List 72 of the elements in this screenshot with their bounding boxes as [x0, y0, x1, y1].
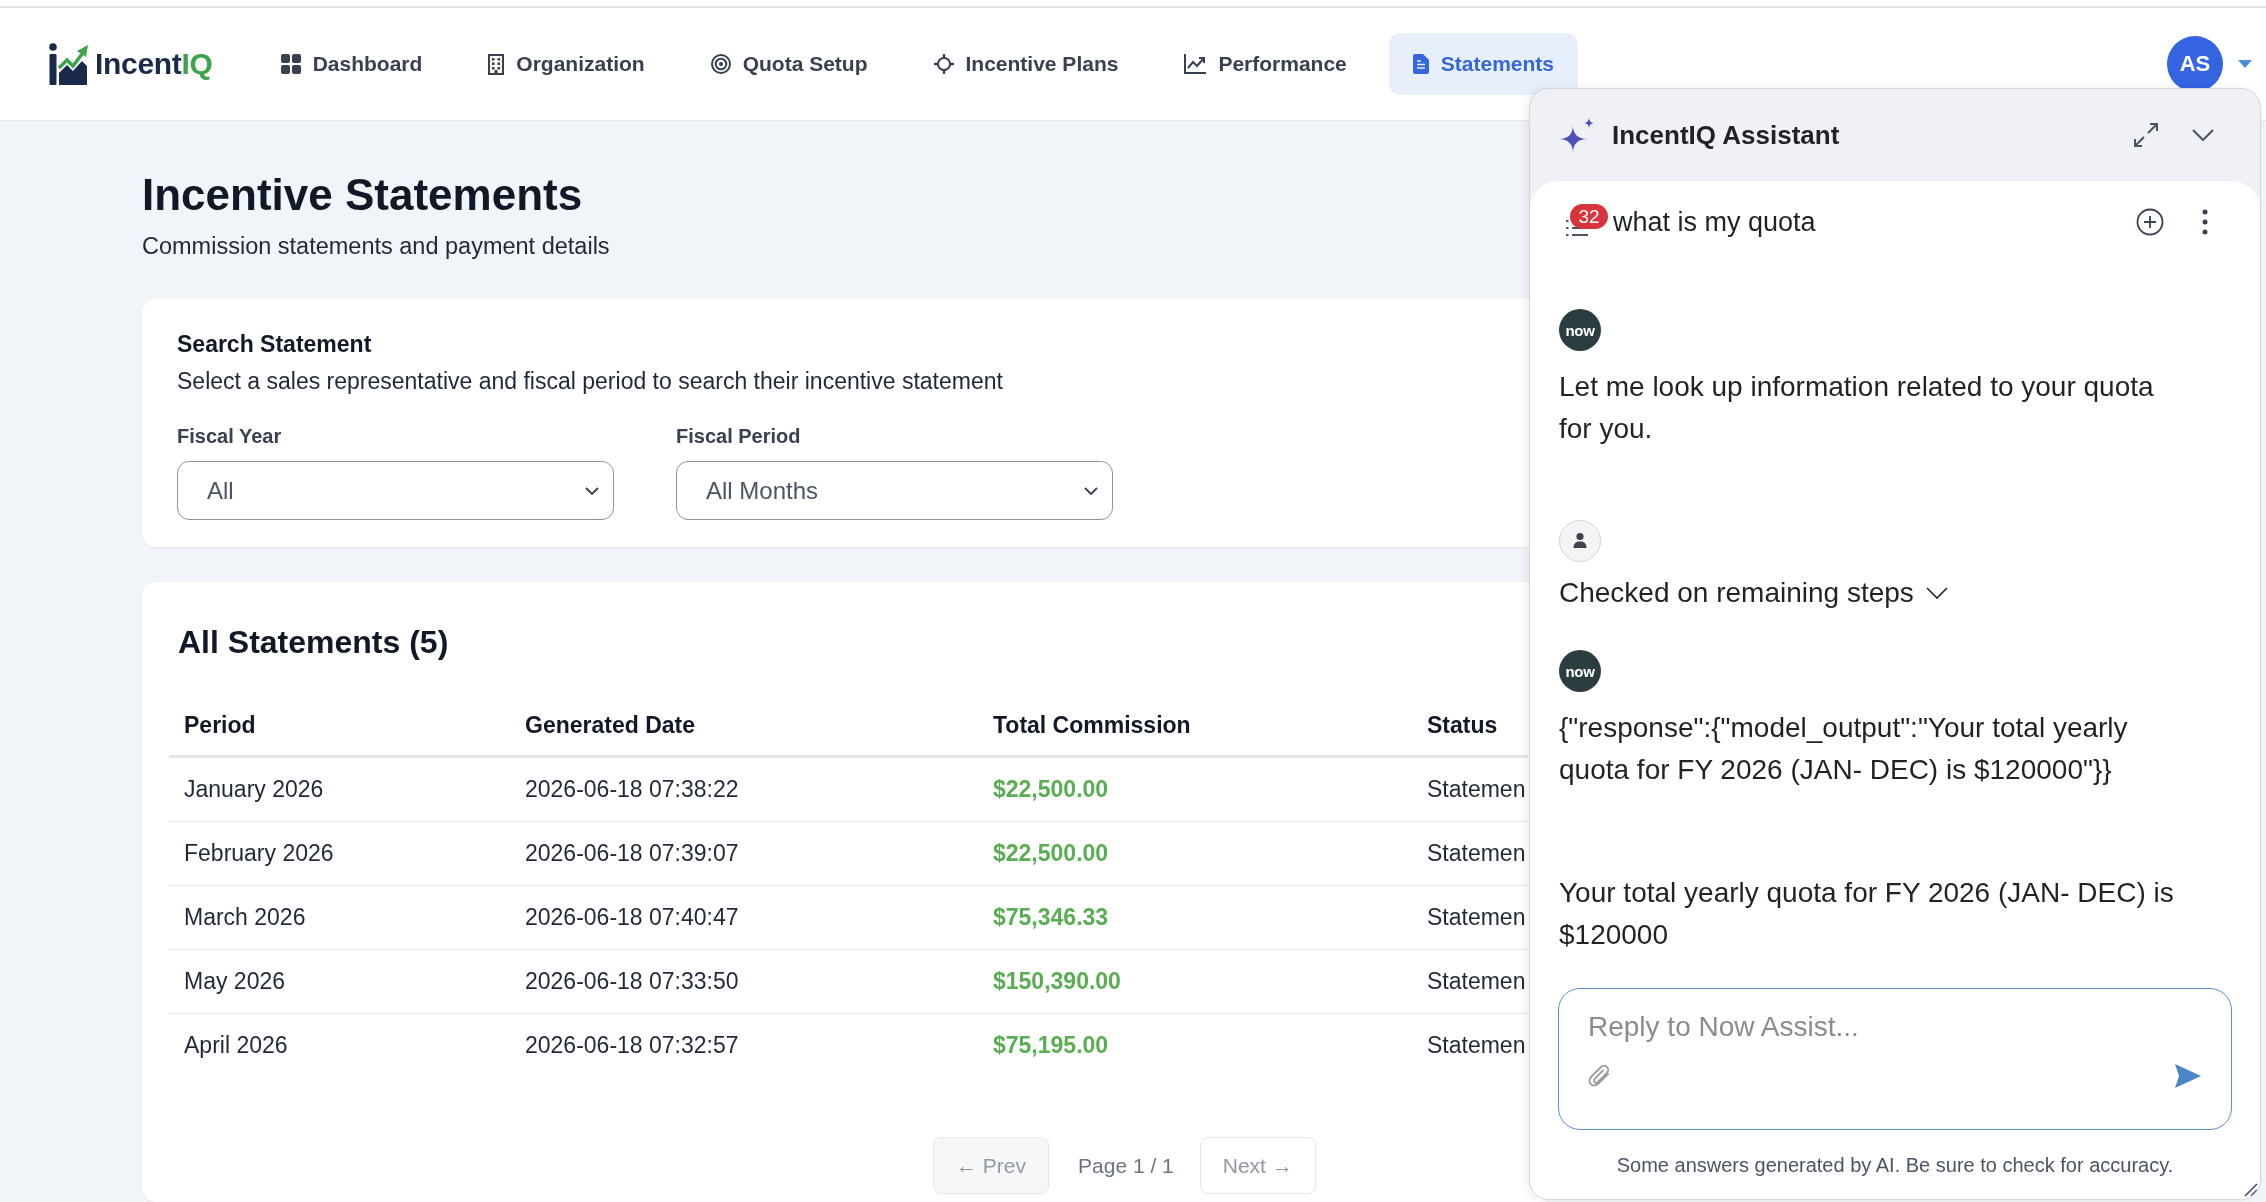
expand-icon[interactable] [2133, 122, 2159, 148]
reply-field[interactable]: Reply to Now Assist... [1558, 988, 2232, 1130]
message-text: Let me look up information related to your quota for you. [1559, 370, 2155, 446]
sparkle-icon [1559, 117, 1595, 153]
table-cell: Statemen [1412, 756, 1528, 822]
table-cell: $75,195.00 [978, 1013, 1412, 1077]
table-cell: Statemen [1412, 1013, 1528, 1077]
table-cell: April 2026 [169, 1013, 510, 1077]
message-text: Your total yearly quota for FY 2026 (JAN- DEC) is $120000 [1559, 876, 2175, 952]
table-cell: May 2026 [169, 949, 510, 1014]
table-cell: $150,390.00 [978, 949, 1412, 1014]
steps-toggle[interactable]: Checked on remaining steps [1559, 572, 1948, 614]
building-icon [488, 53, 505, 75]
nav-tab[interactable]: Performance [1160, 33, 1371, 95]
table-title: All Statements (5) [178, 623, 450, 662]
plus-circle-icon[interactable] [2136, 208, 2164, 236]
page-title: Incentive Statements [142, 169, 584, 221]
nav-tab[interactable]: Statements [1388, 33, 1578, 95]
table-cell: 2026-06-18 07:39:07 [510, 821, 978, 886]
paperclip-icon[interactable] [1588, 1063, 1612, 1089]
reply-input[interactable]: Reply to Now Assist... [1588, 1007, 2201, 1047]
table-cell: $75,346.33 [978, 885, 1412, 950]
table-cell: Statemen [1412, 821, 1528, 886]
field-label: Fiscal Year [177, 424, 283, 449]
table-cell: Statemen [1412, 885, 1528, 950]
caret-down-icon[interactable] [2238, 60, 2252, 68]
table-cell: 2026-06-18 07:33:50 [510, 949, 978, 1014]
chevron-down-icon [585, 486, 599, 495]
conversation-title: what is my quota [1613, 206, 1816, 238]
nav-tab[interactable]: Incentive Plans [909, 33, 1143, 95]
chevron-down-icon [1084, 486, 1098, 495]
disclaimer-text: Some answers generated by AI. Be sure to check for accuracy. [1615, 1153, 2175, 1178]
crosshair-icon [933, 54, 954, 74]
nav-tab[interactable]: Organization [464, 33, 669, 95]
send-icon[interactable] [2175, 1064, 2201, 1088]
table-cell: 2026-06-18 07:40:47 [510, 885, 978, 950]
kebab-menu-icon[interactable] [2202, 209, 2208, 235]
section-description: Select a sales representative and fiscal period to search their incentive statement [177, 367, 1004, 396]
notification-badge: 32 [1570, 204, 1608, 229]
nav-tab[interactable]: Quota Setup [686, 33, 892, 95]
document-icon [1412, 54, 1429, 74]
table-cell: $22,500.00 [978, 821, 1412, 886]
line-chart-icon [1184, 54, 1207, 74]
dropdown-select[interactable]: All [177, 461, 614, 520]
column-header: Total Commission [978, 695, 1412, 757]
logo-wordmark: IncentIQ [95, 46, 213, 82]
logo-icon [49, 42, 89, 86]
table-cell: January 2026 [169, 756, 510, 822]
chevron-down-icon [1925, 587, 1948, 599]
assistant-avatar: now [1559, 309, 1601, 351]
resize-handle-icon[interactable] [2244, 1183, 2258, 1197]
person-icon [1559, 520, 1601, 562]
table-cell: March 2026 [169, 885, 510, 950]
assistant-avatar: now [1559, 650, 1601, 692]
page-subtitle: Commission statements and payment details [142, 232, 611, 261]
message-text: {"response":{"model_output":"Your total yearly quota for FY 2026 (JAN- DEC) is $120000"}} [1559, 711, 2129, 787]
target-icon [710, 54, 731, 74]
page-indicator: Page 1 / 1 [1078, 1153, 1174, 1178]
table-cell: February 2026 [169, 821, 510, 886]
table-cell: 2026-06-18 07:32:57 [510, 1013, 978, 1077]
table-cell: $22,500.00 [978, 756, 1412, 822]
column-header: Generated Date [510, 695, 978, 757]
grid-icon [280, 54, 301, 74]
field-label: Fiscal Period [676, 424, 802, 449]
panel-title: IncentIQ Assistant [1612, 119, 1840, 151]
table-cell: 2026-06-18 07:38:22 [510, 756, 978, 822]
dropdown-select[interactable]: All Months [676, 461, 1113, 520]
chevron-down-icon[interactable] [2192, 129, 2214, 141]
table-cell: Statemen [1412, 949, 1528, 1014]
section-title: Search Statement [177, 330, 373, 359]
nav-tab[interactable]: Dashboard [256, 33, 447, 95]
column-header: Period [169, 695, 510, 757]
